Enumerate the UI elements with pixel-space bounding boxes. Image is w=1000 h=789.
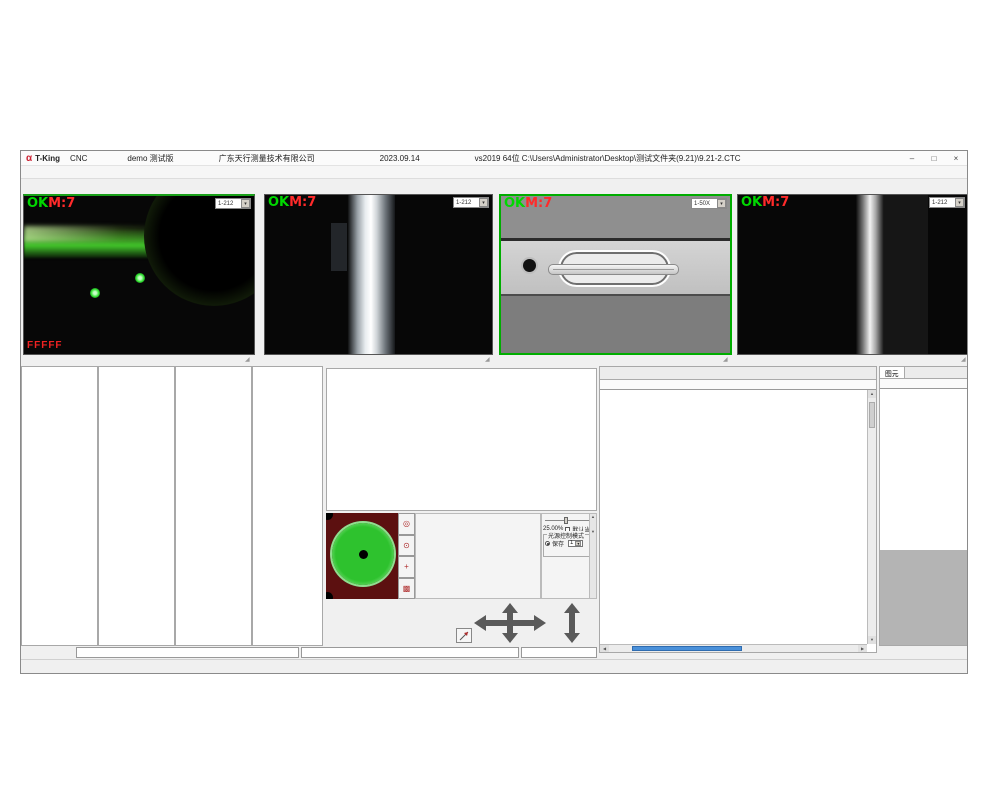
part-edge [331,223,347,271]
bottom-strip [21,646,967,659]
camera-view-2[interactable]: OKM:7 1-212▾ [264,194,493,355]
pin-feature [548,264,679,275]
results-vscrollbar[interactable]: ▲▼ [867,390,876,644]
app-name: T-King [35,154,60,163]
feature-list-2 [98,366,175,646]
green-dot [135,273,145,283]
light-mode-group: 光源控制模式 保存 1▾ [543,534,595,557]
tab-element[interactable]: 图元 [880,367,905,378]
corner-dot [326,513,333,520]
metal-rod [347,195,395,354]
green-dot [90,288,100,298]
resize-grip-icon[interactable]: ◢ [245,356,250,363]
camera-flag-text: FFFFF [27,340,63,351]
title-bar: α T-King CNC demo 测试版 广东天行测量技术有限公司 2023.… [21,151,967,166]
lower-surface [501,296,730,353]
camera-view-3-active[interactable]: OKM:7 1-50X▾ [499,194,732,355]
light-options: 25.00% 默认当前模式 光源控制模式 保存 1▾ ▲▼ [541,513,597,599]
jog-arrows-icon[interactable] [474,603,586,643]
measure-toolbox [326,368,597,511]
app-mode: CNC [70,154,87,163]
camera-status: OKM:7 [741,195,789,210]
minimize-button[interactable]: – [901,152,923,165]
camera-view-4[interactable]: OKM:7 1-212▾ [737,194,968,355]
chevron-down-icon[interactable]: ▾ [241,199,250,208]
camera-status: OKM:7 [27,196,75,211]
ring-mode-button[interactable]: ◎ [398,513,415,535]
camera-zoom-select[interactable]: 1-212▾ [453,197,489,208]
feature-list-3 [175,366,252,646]
results-tabs [600,367,876,380]
light-mode-group-label: 光源控制模式 [547,531,585,540]
light-mode-buttons: ◎ ⊙ + ▩ [398,513,415,599]
feature-list-1 [21,366,98,646]
light-sliders [415,513,541,599]
company-name: 广东天行测量技术有限公司 [219,153,315,164]
light-center-dot [359,550,368,559]
results-table-panel: ▲▼ ◀▶ [599,366,877,653]
menu-bar [21,166,967,179]
coax-mode-button[interactable]: ⊙ [398,535,415,557]
chevron-down-icon[interactable]: ▾ [479,198,488,207]
element-panel-footer [880,550,968,645]
maximize-button[interactable]: □ [923,152,945,165]
master-brightness-slider[interactable] [545,516,593,524]
resize-grip-icon[interactable]: ◢ [961,356,966,363]
app-window: α T-King CNC demo 测试版 广东天行测量技术有限公司 2023.… [20,150,968,674]
feature-list-4 [252,366,323,646]
diagonal-move-button[interactable] [456,628,472,643]
camera-status: OKM:7 [268,195,316,210]
camera-status: OKM:7 [504,196,552,211]
list-footer-box [521,647,597,658]
camera-zoom-select[interactable]: 1-212▾ [929,197,965,208]
chevron-down-icon[interactable]: ▾ [575,541,581,546]
list-footer-box [301,647,519,658]
save-slot-select[interactable]: 1▾ [568,540,583,547]
hole-feature [523,259,536,272]
bright-edge [856,195,884,354]
camera-view-1[interactable]: OKM:7 1-212▾ FFFFF [23,194,255,355]
results-header [600,380,876,390]
light-preview[interactable] [326,513,398,599]
grid-mode-button[interactable]: ▩ [398,578,415,600]
resize-grip-icon[interactable]: ◢ [723,356,728,363]
camera-zoom-select[interactable]: 1-212▾ [215,198,251,209]
element-panel: 图元 [879,366,968,646]
cross-mode-button[interactable]: + [398,556,415,578]
chevron-down-icon[interactable]: ▾ [955,198,964,207]
radio-icon[interactable] [545,541,550,546]
options-scrollbar[interactable]: ▲▼ [589,514,596,598]
app-version: demo 测试版 [127,153,173,164]
dim-column [884,195,928,354]
corner-dot [326,592,333,599]
file-path: vs2019 64位 C:\Users\Administrator\Deskto… [475,153,741,164]
status-bar [21,659,967,674]
title-date: 2023.09.14 [380,154,420,163]
resize-grip-icon[interactable]: ◢ [485,356,490,363]
camera-zoom-select[interactable]: 1-50X▾ [691,198,727,209]
dro-panel [326,599,597,646]
app-logo-icon: α [26,153,32,164]
list-footer-box [76,647,299,658]
part-shadow [144,194,255,306]
chevron-down-icon[interactable]: ▾ [717,199,726,208]
close-button[interactable]: × [945,152,967,165]
